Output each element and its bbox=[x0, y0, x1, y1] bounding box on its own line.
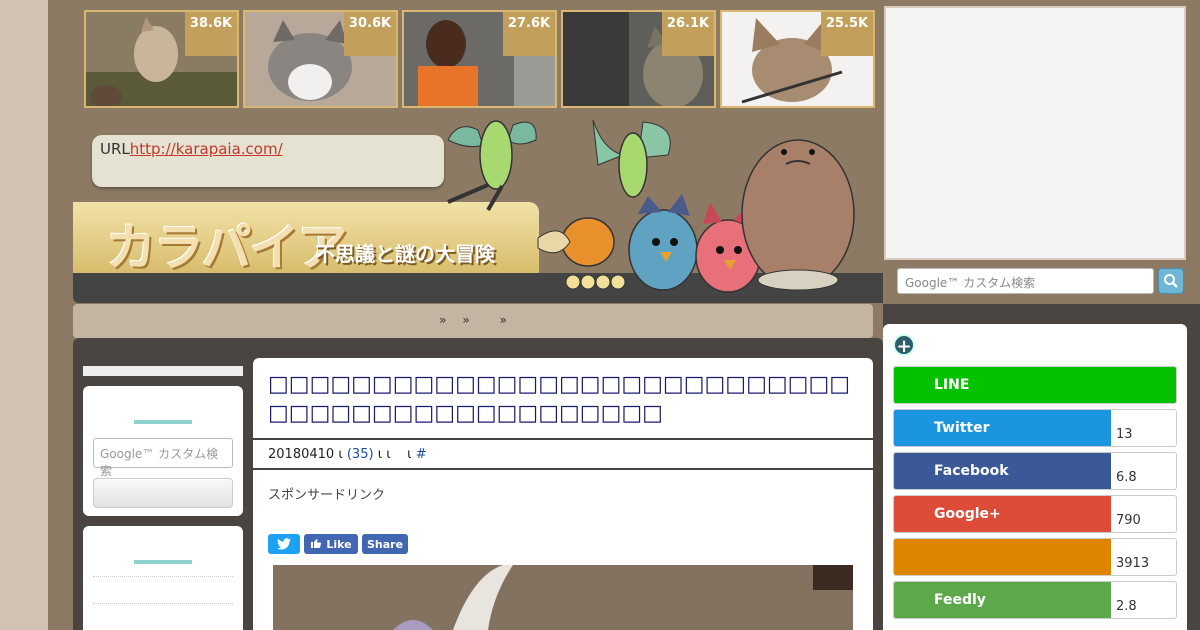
section-divider bbox=[134, 560, 192, 564]
feedly-share-button[interactable]: Feedly bbox=[894, 582, 1111, 618]
share-row-hatena[interactable]: 3913 bbox=[893, 538, 1177, 576]
view-count: 26.1K bbox=[662, 12, 714, 56]
tweet-button[interactable] bbox=[268, 534, 300, 554]
facebook-share-button[interactable]: Share bbox=[362, 534, 408, 554]
like-label: Like bbox=[326, 537, 352, 551]
url-label: URL bbox=[100, 140, 130, 158]
mascot-illustration bbox=[447, 119, 855, 293]
search-icon bbox=[1164, 274, 1178, 288]
googleplus-share-button[interactable]: Google+ bbox=[894, 496, 1111, 532]
breadcrumb-separator: » bbox=[462, 313, 470, 327]
search-button[interactable] bbox=[1158, 268, 1184, 294]
article-image bbox=[273, 565, 853, 630]
thumbnail-3[interactable]: 27.6K bbox=[402, 10, 557, 108]
thumbnail-5[interactable]: 25.5K bbox=[720, 10, 875, 108]
sponsored-link-label: スポンサードリンク bbox=[268, 488, 386, 503]
share-row-line[interactable]: LINE bbox=[893, 366, 1177, 404]
view-count: 25.5K bbox=[821, 12, 873, 56]
thumbnail-1[interactable]: 38.6K bbox=[84, 10, 239, 108]
article-photo bbox=[273, 565, 853, 630]
list-divider bbox=[93, 603, 233, 604]
view-count: 30.6K bbox=[344, 12, 396, 56]
breadcrumb-separator: » bbox=[499, 313, 507, 327]
facebook-like-button[interactable]: Like bbox=[304, 534, 358, 554]
ad-slot bbox=[884, 6, 1186, 260]
twitter-count: 13 bbox=[1116, 427, 1133, 442]
share-row-googleplus[interactable]: Google+ 790 bbox=[893, 495, 1177, 533]
orange-share-count: 3913 bbox=[1116, 556, 1150, 571]
googleplus-count: 790 bbox=[1116, 513, 1141, 528]
orange-share-button[interactable] bbox=[894, 539, 1111, 575]
popular-thumbnails: 38.6K 30.6K 27.6K 26.1K 25.5K bbox=[84, 10, 875, 108]
article-meta: 20180410 ι (35) ι ι ι # bbox=[253, 438, 873, 470]
line-share-button[interactable]: LINE bbox=[894, 367, 1176, 403]
meta-separator: ι bbox=[407, 447, 412, 462]
plus-icon[interactable]: + bbox=[893, 334, 915, 357]
article-title[interactable]: □□□□□□□□□□□□□□□□□□□□□□□□□□□□□□□□□□□□□□□□… bbox=[268, 370, 858, 428]
feedly-count: 2.8 bbox=[1116, 599, 1137, 614]
share-row-twitter[interactable]: Twitter 13 bbox=[893, 409, 1177, 447]
thumbs-up-icon bbox=[310, 537, 322, 552]
view-count: 27.6K bbox=[503, 12, 555, 56]
section-divider bbox=[134, 420, 192, 424]
comment-count-link[interactable]: (35) bbox=[347, 447, 374, 462]
url-box: URLhttp://karapaia.com/ bbox=[92, 135, 444, 187]
share-row-feedly[interactable]: Feedly 2.8 bbox=[893, 581, 1177, 619]
left-search-box: Google™ カスタム検索 bbox=[83, 386, 243, 516]
hashtag-link[interactable]: # bbox=[416, 447, 427, 462]
view-count: 38.6K bbox=[185, 12, 237, 56]
thumbnail-4[interactable]: 26.1K bbox=[561, 10, 716, 108]
share-panel: + LINE Twitter 13 Facebook 6.8 Google+ 7… bbox=[883, 324, 1187, 630]
site-logo[interactable]: カラパイア bbox=[106, 208, 347, 280]
post-date: 20180410 bbox=[268, 447, 335, 462]
twitter-share-button[interactable]: Twitter bbox=[894, 410, 1111, 446]
facebook-share-button[interactable]: Facebook bbox=[894, 453, 1111, 489]
thumbnail-2[interactable]: 30.6K bbox=[243, 10, 398, 108]
facebook-count: 6.8 bbox=[1116, 470, 1137, 485]
site-search-input[interactable]: Google™ カスタム検索 bbox=[897, 268, 1154, 294]
breadcrumb: » » » bbox=[73, 304, 873, 338]
left-links-box bbox=[83, 526, 243, 630]
breadcrumb-separator: » bbox=[439, 313, 447, 327]
article-social-buttons: Like Share bbox=[268, 534, 408, 554]
url-link[interactable]: http://karapaia.com/ bbox=[130, 140, 283, 158]
left-search-button[interactable] bbox=[93, 478, 233, 508]
left-sidebar-strip bbox=[83, 366, 243, 376]
twitter-icon bbox=[277, 538, 291, 550]
share-label: Share bbox=[366, 537, 404, 551]
left-search-input[interactable]: Google™ カスタム検索 bbox=[93, 438, 233, 478]
meta-separator: ι ι bbox=[377, 447, 391, 462]
list-divider bbox=[93, 576, 233, 577]
article: □□□□□□□□□□□□□□□□□□□□□□□□□□□□□□□□□□□□□□□□… bbox=[253, 358, 873, 630]
meta-separator: ι bbox=[338, 447, 343, 462]
share-row-facebook[interactable]: Facebook 6.8 bbox=[893, 452, 1177, 490]
left-gutter bbox=[0, 0, 48, 630]
